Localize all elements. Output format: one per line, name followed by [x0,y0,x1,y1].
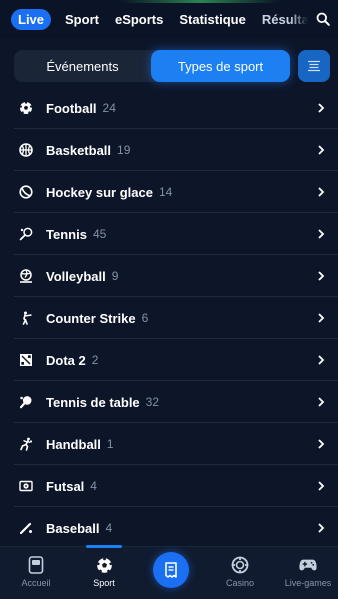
bet-slip-button[interactable] [153,552,189,588]
event-count: 1 [106,437,114,451]
sport-row-volleyball[interactable]: Volleyball 9 [0,255,338,297]
filter-lines-icon [308,60,320,72]
tab-live[interactable]: Live [11,8,52,30]
futsal-icon [18,479,33,494]
search-icon [316,12,330,26]
sport-name: Tennis de table [46,394,140,410]
handball-icon [18,437,33,452]
volleyball-icon [18,269,33,284]
sport-name: Baseball [46,520,100,536]
chevron-right-icon [318,397,325,407]
soccer-ball-icon [95,556,113,574]
chevron-right-icon [318,481,325,491]
sport-row-football[interactable]: Football 24 [0,87,338,129]
sport-name: Volleyball [46,268,106,284]
sport-row-table-tennis[interactable]: Tennis de table 32 [0,381,338,423]
event-count: 19 [117,143,131,157]
sport-row-ice-hockey[interactable]: Hockey sur glace 14 [0,171,338,213]
view-segmented-control: Événements Types de sport [14,50,290,82]
event-count: 4 [90,479,97,493]
nav-casino[interactable]: Casino [214,547,266,599]
event-count: 45 [92,227,107,241]
casino-chip-icon [231,556,249,574]
sport-name: Handball [46,436,101,452]
sport-name: Football [46,100,97,116]
event-count: 4 [105,521,113,535]
chevron-right-icon [318,187,325,197]
dota-icon [18,353,33,368]
nav-casino-label: Casino [225,578,254,588]
nav-sport[interactable]: Sport [78,547,130,599]
sport-row-counter-strike[interactable]: Counter Strike 6 [0,297,338,339]
sport-name: Hockey sur glace [46,184,153,200]
events-segment-button[interactable]: Événements [14,50,151,82]
sport-type-list: Football 24 Basketball 19 Hockey sur gla… [0,87,338,549]
sport-row-dota-2[interactable]: Dota 2 2 [0,339,338,381]
hockey-puck-icon [18,185,33,200]
nav-home[interactable]: Accueil [10,547,62,599]
top-tab-bar: Live Sport eSports Statistique Résulta [0,0,338,38]
nav-live-games[interactable]: Live-games [278,547,338,599]
sport-row-tennis[interactable]: Tennis 45 [0,213,338,255]
nav-live-games-label: Live-games [284,578,332,588]
nav-home-label: Accueil [21,578,51,588]
event-count: 14 [158,185,173,199]
chevron-right-icon [318,145,325,155]
sport-row-futsal[interactable]: Futsal 4 [0,465,338,507]
sport-name: Counter Strike [46,310,136,326]
event-count: 6 [141,311,149,325]
sport-row-baseball[interactable]: Baseball 4 [0,507,338,549]
tab-esports[interactable]: eSports [107,12,171,27]
table-tennis-icon [18,395,33,410]
sport-name: Dota 2 [46,352,86,368]
soccer-ball-icon [18,101,33,116]
chevron-right-icon [318,355,325,365]
counter-strike-icon [18,311,33,326]
sport-row-basketball[interactable]: Basketball 19 [0,129,338,171]
gamepad-icon [299,556,317,574]
basketball-icon [18,143,33,158]
event-count: 9 [111,269,119,283]
event-count: 32 [145,395,160,409]
chevron-right-icon [318,313,325,323]
sport-types-segment-button[interactable]: Types de sport [151,50,290,82]
chevron-right-icon [318,229,325,239]
bet-slip-icon [165,562,177,578]
baseball-icon [18,521,33,536]
chevron-right-icon [318,103,325,113]
chevron-right-icon [318,523,325,533]
sport-row-handball[interactable]: Handball 1 [0,423,338,465]
tab-statistics[interactable]: Statistique [171,12,253,27]
chevron-right-icon [318,439,325,449]
event-count: 2 [91,353,99,367]
nav-sport-label: Sport [93,578,115,588]
tab-sport[interactable]: Sport [57,12,107,27]
event-count: 24 [102,101,116,115]
home-screen-icon [27,556,45,574]
filter-button[interactable] [298,50,330,82]
sport-name: Basketball [46,142,112,158]
sport-name: Tennis [46,226,87,242]
sport-name: Futsal [46,478,85,494]
tennis-racket-icon [18,227,33,242]
search-button[interactable] [290,0,338,38]
chevron-right-icon [318,271,325,281]
